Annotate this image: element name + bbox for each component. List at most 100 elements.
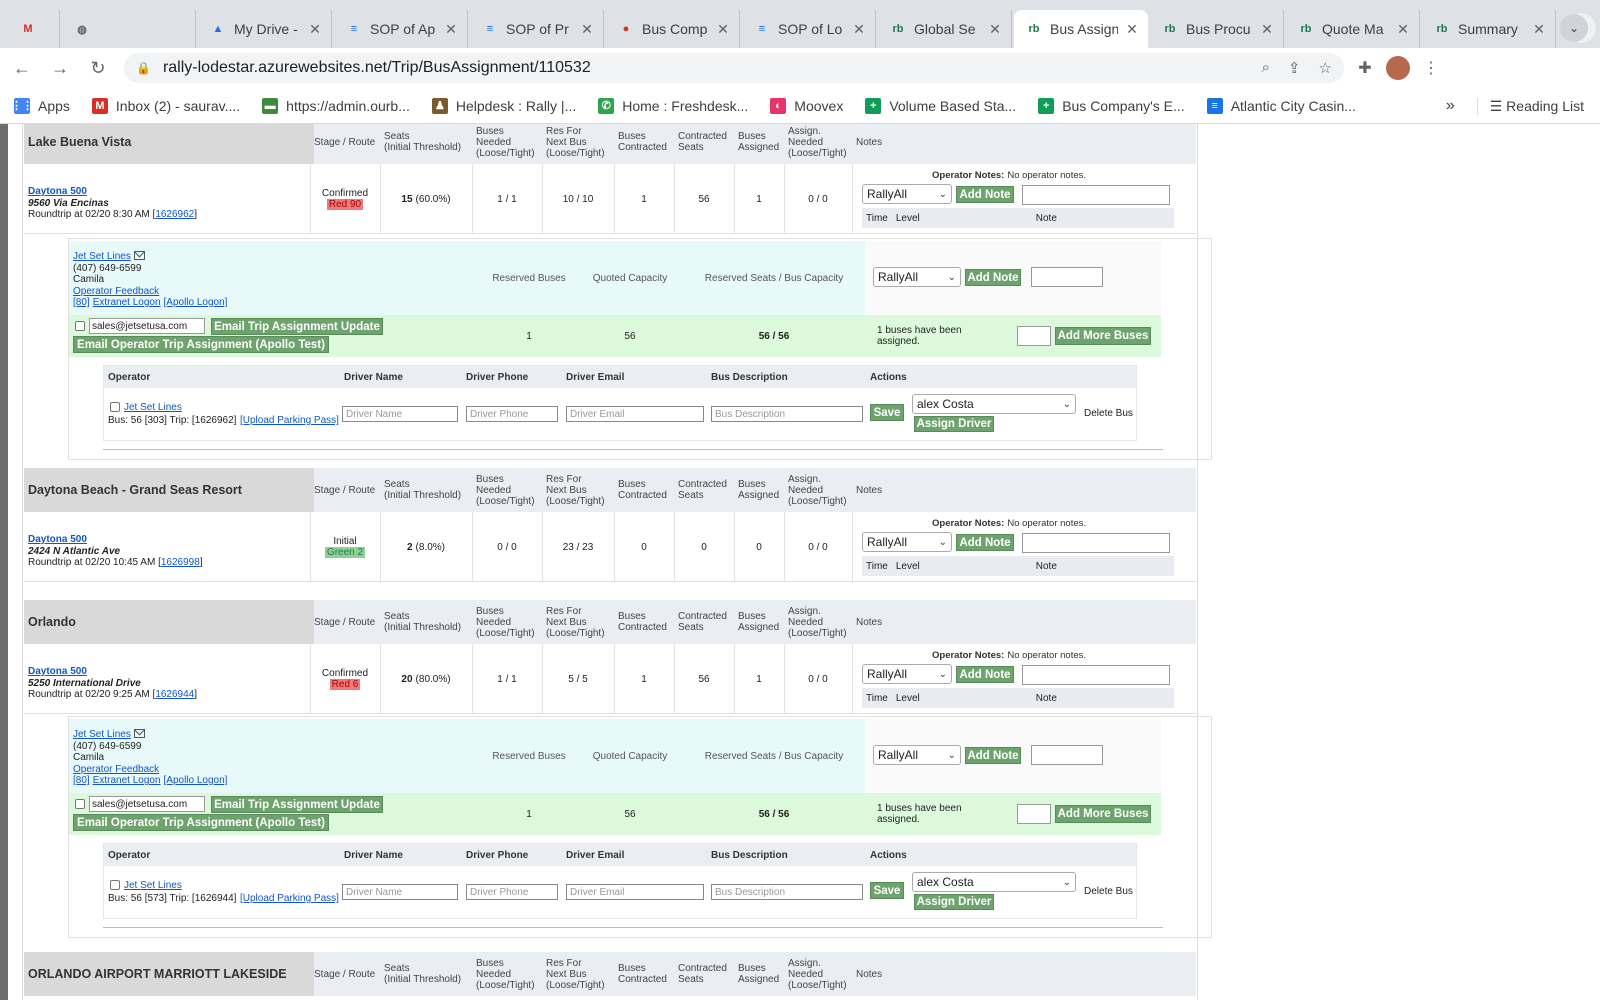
add-note-button[interactable]: Add Note bbox=[965, 269, 1021, 286]
note-input[interactable] bbox=[1022, 533, 1170, 553]
event-link[interactable]: Daytona 500 bbox=[28, 534, 203, 546]
more-bookmarks-icon[interactable]: » bbox=[1446, 97, 1455, 115]
close-icon[interactable]: ✕ bbox=[579, 21, 595, 38]
bookmark-item[interactable]: + Bus Company's E... bbox=[1038, 97, 1185, 114]
tab-6[interactable]: ≡ SOP of Lo ✕ bbox=[742, 10, 876, 48]
trip-id-link[interactable]: 1626998 bbox=[161, 557, 200, 568]
bus-description-input[interactable]: Bus Description bbox=[711, 406, 863, 422]
back-button[interactable]: ← bbox=[6, 52, 38, 84]
operator-email-input[interactable]: sales@jetsetusa.com bbox=[89, 796, 205, 812]
bookmark-item[interactable]: ⋮⋮ Apps bbox=[11, 97, 70, 114]
operator-feedback-link[interactable]: Operator Feedback bbox=[73, 286, 477, 298]
operator-note-input[interactable] bbox=[1031, 745, 1103, 765]
close-icon[interactable]: ✕ bbox=[987, 21, 1003, 38]
driver-name-input[interactable]: Driver Name bbox=[342, 884, 458, 900]
email-operator-apollo-button[interactable]: Email Operator Trip Assignment (Apollo T… bbox=[73, 336, 329, 353]
operator-email-input[interactable]: sales@jetsetusa.com bbox=[89, 318, 205, 334]
bus-checkbox[interactable] bbox=[110, 880, 120, 890]
bookmark-item[interactable]: ▬ https://admin.ourb... bbox=[262, 97, 410, 114]
driver-email-input[interactable]: Driver Email bbox=[566, 884, 704, 900]
operator-level-select[interactable]: RallyAll ⌄ bbox=[873, 267, 961, 287]
close-icon[interactable]: ✕ bbox=[1531, 21, 1547, 38]
envelope-icon[interactable] bbox=[133, 729, 145, 738]
email-checkbox[interactable] bbox=[75, 321, 85, 331]
extranet-logon-link[interactable]: Extranet Logon bbox=[93, 297, 161, 308]
save-button[interactable]: Save bbox=[870, 882, 904, 899]
operator-level-select[interactable]: RallyAll ⌄ bbox=[873, 745, 961, 765]
envelope-icon[interactable] bbox=[133, 251, 145, 260]
driver-email-input[interactable]: Driver Email bbox=[566, 406, 704, 422]
add-more-buses-button[interactable]: Add More Buses bbox=[1055, 805, 1151, 823]
trip-id-link[interactable]: 1626962 bbox=[155, 209, 194, 220]
add-buses-count-input[interactable] bbox=[1017, 326, 1051, 346]
tab-4[interactable]: ≡ SOP of Pr ✕ bbox=[470, 10, 604, 48]
delete-bus-button[interactable]: Delete Bus bbox=[1084, 886, 1133, 897]
forward-button[interactable]: → bbox=[44, 52, 76, 84]
email-trip-assignment-update-button[interactable]: Email Trip Assignment Update bbox=[211, 796, 383, 813]
apollo-logon-link[interactable]: [Apollo Logon] bbox=[164, 775, 228, 786]
note-level-select[interactable]: RallyAll ⌄ bbox=[862, 184, 952, 204]
tab-9[interactable]: rb Bus Procu ✕ bbox=[1150, 10, 1284, 48]
bus-checkbox[interactable] bbox=[110, 402, 120, 412]
trip-id-link[interactable]: 1626944 bbox=[155, 689, 194, 700]
driver-name-input[interactable]: Driver Name bbox=[342, 406, 458, 422]
zoom-icon[interactable]: ⌕ bbox=[1262, 59, 1270, 77]
operator-link[interactable]: Jet Set Lines bbox=[124, 402, 182, 413]
event-link[interactable]: Daytona 500 bbox=[28, 666, 197, 678]
operator-note-input[interactable] bbox=[1031, 267, 1103, 287]
reload-button[interactable]: ↻ bbox=[82, 52, 114, 84]
event-link[interactable]: Daytona 500 bbox=[28, 186, 197, 198]
add-note-button[interactable]: Add Note bbox=[956, 534, 1014, 551]
upload-parking-pass-link[interactable]: [Upload Parking Pass] bbox=[240, 893, 339, 904]
tab-7[interactable]: rb Global Se ✕ bbox=[878, 10, 1012, 48]
bus-description-input[interactable]: Bus Description bbox=[711, 884, 863, 900]
add-note-button[interactable]: Add Note bbox=[965, 747, 1021, 764]
extensions-icon[interactable]: ✚ bbox=[1350, 53, 1380, 83]
bookmark-item[interactable]: ✆ Home : Freshdesk... bbox=[598, 97, 748, 114]
bookmark-item[interactable]: ≡ Atlantic City Casin... bbox=[1206, 97, 1356, 114]
close-icon[interactable]: ✕ bbox=[715, 21, 731, 38]
reading-list-button[interactable]: ☰ Reading List bbox=[1476, 97, 1584, 115]
add-buses-count-input[interactable] bbox=[1017, 804, 1051, 824]
add-note-button[interactable]: Add Note bbox=[956, 666, 1014, 683]
driver-select[interactable]: alex Costa ⌄ bbox=[912, 872, 1076, 892]
assign-driver-button[interactable]: Assign Driver bbox=[914, 416, 994, 432]
operator-feedback-link[interactable]: Operator Feedback bbox=[73, 764, 477, 776]
note-input[interactable] bbox=[1022, 665, 1170, 685]
tab-3[interactable]: ≡ SOP of Ap ✕ bbox=[334, 10, 468, 48]
extranet-logon-link[interactable]: Extranet Logon bbox=[93, 775, 161, 786]
note-level-select[interactable]: RallyAll ⌄ bbox=[862, 664, 952, 684]
bookmark-item[interactable]: M Inbox (2) - saurav.... bbox=[91, 97, 240, 114]
tab-11[interactable]: rb Summary ✕ bbox=[1422, 10, 1556, 48]
assign-driver-button[interactable]: Assign Driver bbox=[914, 894, 994, 910]
menu-kebab-icon[interactable]: ⋮ bbox=[1416, 53, 1446, 83]
email-operator-apollo-button[interactable]: Email Operator Trip Assignment (Apollo T… bbox=[73, 814, 329, 831]
operator-name-link[interactable]: Jet Set Lines bbox=[73, 251, 131, 262]
tab-10[interactable]: rb Quote Ma ✕ bbox=[1286, 10, 1420, 48]
logon-prefix[interactable]: [80] bbox=[73, 297, 90, 308]
avatar[interactable] bbox=[1386, 56, 1410, 80]
apollo-logon-link[interactable]: [Apollo Logon] bbox=[164, 297, 228, 308]
upload-parking-pass-link[interactable]: [Upload Parking Pass] bbox=[240, 415, 339, 426]
tab-8[interactable]: rb Bus Assign ✕ bbox=[1014, 10, 1148, 48]
driver-phone-input[interactable]: Driver Phone bbox=[466, 406, 558, 422]
email-checkbox[interactable] bbox=[75, 799, 85, 809]
driver-phone-input[interactable]: Driver Phone bbox=[466, 884, 558, 900]
close-icon[interactable]: ✕ bbox=[851, 21, 867, 38]
tab-1[interactable]: ◍ bbox=[62, 10, 196, 48]
note-input[interactable] bbox=[1022, 185, 1170, 205]
tab-0[interactable]: M bbox=[8, 10, 60, 48]
operator-name-link[interactable]: Jet Set Lines bbox=[73, 729, 131, 740]
share-icon[interactable]: ⇪ bbox=[1288, 59, 1301, 77]
driver-select[interactable]: alex Costa ⌄ bbox=[912, 394, 1076, 414]
add-more-buses-button[interactable]: Add More Buses bbox=[1055, 327, 1151, 345]
close-icon[interactable]: ✕ bbox=[1124, 21, 1140, 38]
close-icon[interactable]: ✕ bbox=[1395, 21, 1411, 38]
email-trip-assignment-update-button[interactable]: Email Trip Assignment Update bbox=[211, 318, 383, 335]
bookmark-item[interactable]: ◐ Moovex bbox=[770, 97, 843, 114]
close-icon[interactable]: ✕ bbox=[1259, 21, 1275, 38]
close-icon[interactable]: ✕ bbox=[307, 21, 323, 38]
add-note-button[interactable]: Add Note bbox=[956, 186, 1014, 203]
bookmark-item[interactable]: + Volume Based Sta... bbox=[865, 97, 1016, 114]
logon-prefix[interactable]: [80] bbox=[73, 775, 90, 786]
